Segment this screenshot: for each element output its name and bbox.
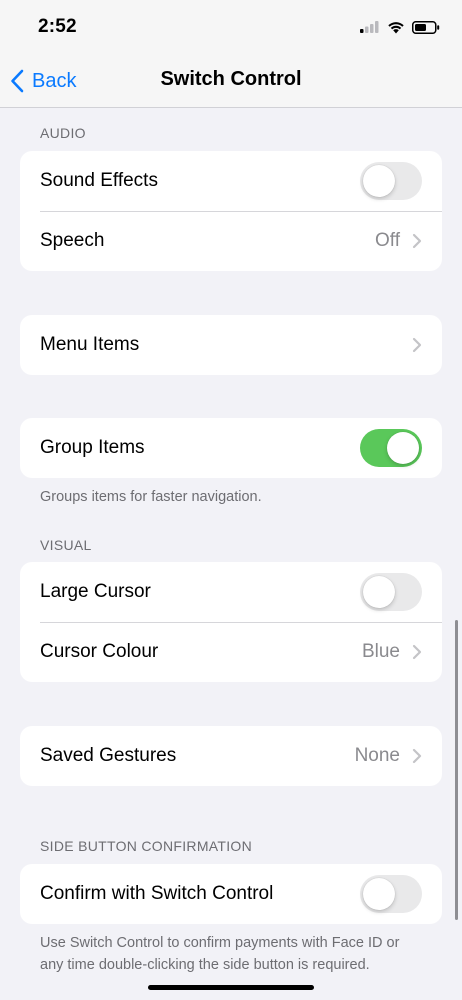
toggle-knob [363, 576, 395, 608]
home-indicator[interactable] [148, 985, 314, 990]
audio-group: Sound Effects Speech Off [20, 151, 442, 271]
speech-value: Off [375, 230, 400, 251]
toggle-knob [363, 165, 395, 197]
menu-items-group: Menu Items [20, 315, 442, 375]
group-items-row: Group Items [20, 418, 442, 478]
section-header-visual: VISUAL [40, 537, 92, 553]
battery-icon [412, 20, 440, 34]
group-items-label: Group Items [40, 437, 145, 458]
wifi-icon [388, 21, 404, 33]
visual-group: Large Cursor Cursor Colour Blue [20, 562, 442, 682]
confirm-switch-control-label: Confirm with Switch Control [40, 883, 274, 904]
large-cursor-row: Large Cursor [20, 562, 442, 622]
toggle-knob [387, 432, 419, 464]
signal-icon [360, 21, 379, 33]
confirm-switch-control-toggle[interactable] [360, 875, 422, 913]
toggle-knob [363, 878, 395, 910]
navigation-bar: Back Switch Control [0, 52, 462, 108]
chevron-right-icon [412, 233, 422, 249]
confirm-switch-control-row: Confirm with Switch Control [20, 864, 442, 924]
speech-label: Speech [40, 230, 105, 251]
group-items-footer: Groups items for faster navigation. [40, 489, 262, 505]
group-items-toggle[interactable] [360, 429, 422, 467]
menu-items-label: Menu Items [40, 334, 140, 355]
status-bar: 2:52 [0, 0, 462, 52]
section-header-audio: AUDIO [40, 125, 86, 141]
chevron-right-icon [412, 748, 422, 764]
saved-gestures-label: Saved Gestures [40, 745, 177, 766]
side-button-footer: Use Switch Control to confirm payments w… [40, 935, 400, 973]
chevron-right-icon [412, 337, 422, 353]
page-title: Switch Control [160, 68, 302, 90]
menu-items-row[interactable]: Menu Items [20, 315, 442, 375]
scroll-indicator[interactable] [455, 620, 458, 920]
side-button-group: Confirm with Switch Control [20, 864, 442, 924]
large-cursor-label: Large Cursor [40, 581, 151, 602]
saved-gestures-value: None [354, 745, 400, 766]
group-items-group: Group Items [20, 418, 442, 478]
status-icons [360, 18, 440, 36]
cursor-colour-value: Blue [361, 641, 400, 662]
cursor-colour-label: Cursor Colour [40, 641, 159, 662]
saved-gestures-group: Saved Gestures None [20, 726, 442, 786]
speech-row[interactable]: Speech Off [20, 211, 442, 271]
chevron-right-icon [412, 644, 422, 660]
sound-effects-row: Sound Effects [20, 151, 442, 211]
saved-gestures-row[interactable]: Saved Gestures None [20, 726, 442, 786]
large-cursor-toggle[interactable] [360, 573, 422, 611]
cursor-colour-row[interactable]: Cursor Colour Blue [20, 622, 442, 682]
sound-effects-label: Sound Effects [40, 170, 158, 191]
section-header-side-button: SIDE BUTTON CONFIRMATION [40, 838, 253, 854]
status-time: 2:52 [38, 16, 77, 37]
sound-effects-toggle[interactable] [360, 162, 422, 200]
